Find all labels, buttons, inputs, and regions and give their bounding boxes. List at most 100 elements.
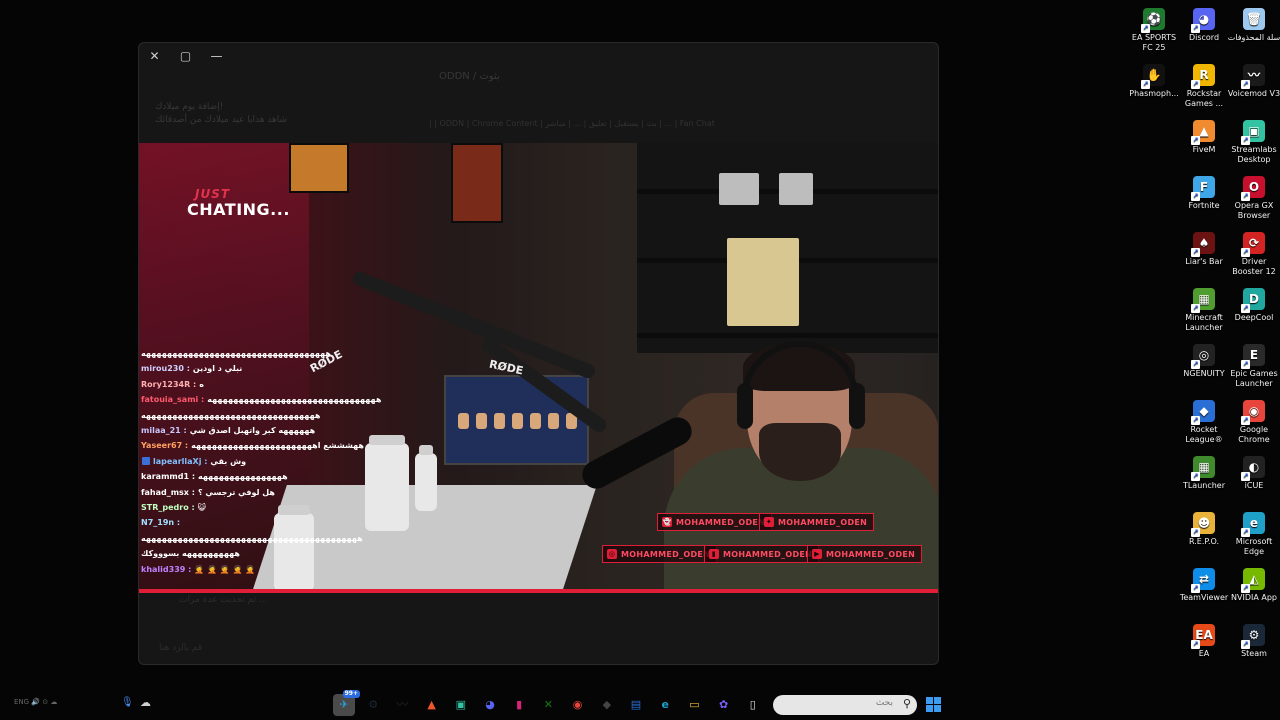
ea-fc-icon: ⚽ (1141, 8, 1165, 33)
desktop-icon-label: Microsoft Edge (1235, 537, 1273, 556)
voicemod-taskbar-icon[interactable]: 〰 (391, 694, 413, 716)
desktop-icon[interactable]: ▣Streamlabs Desktop (1226, 120, 1280, 165)
start-button[interactable] (926, 697, 941, 712)
desktop-icon[interactable]: 🗑 سلة المحذوفات (1226, 8, 1280, 43)
desktop-icon[interactable]: ♠Liar's Bar (1176, 232, 1232, 267)
chat-username: Rory1234R : (141, 379, 197, 389)
chat-message: N7_19n : (141, 515, 461, 530)
desktop-icon-label: R.E.P.O. (1188, 537, 1220, 546)
desktop-icon-label: Voicemod V3 (1227, 89, 1280, 98)
desktop-icon[interactable]: ▦Minecraft Launcher (1176, 288, 1232, 333)
app-window: ✕ ▢ — ODDN / بثوث إضافة يوم ميلادك! شاهد… (138, 42, 939, 665)
chat-message: milaa_21 : ههههههه كبر واتهبل اصدق شي (141, 423, 461, 438)
ghost-window-title: ODDN / بثوث (439, 71, 500, 82)
shelf-board (637, 333, 938, 338)
desktop-icon[interactable]: ⇄TeamViewer (1176, 568, 1232, 603)
desktop-icon-label: Minecraft Launcher (1185, 313, 1223, 332)
copilot-icon[interactable]: ✿ (713, 694, 735, 716)
store-icon[interactable]: ▤ (625, 694, 647, 716)
desktop-icon-label: TLauncher (1182, 481, 1226, 490)
desktop-icon-label: Epic Games Launcher (1230, 369, 1278, 388)
liars-bar-icon: ♠ (1191, 232, 1215, 257)
window-controls: ✕ ▢ — (139, 45, 232, 67)
search-box[interactable]: بحث ⚲ (773, 695, 917, 715)
xbox-icon[interactable]: ✕ (537, 694, 559, 716)
desktop-icon[interactable]: eMicrosoft Edge (1226, 512, 1280, 557)
chat-message: karammd1 : ههههههههههههههههه (141, 469, 461, 484)
brave-icon[interactable]: ▲ (421, 694, 443, 716)
social-badge: ✦ MOHAMMED_ODEN (759, 513, 875, 531)
ghost-notice-title: إضافة يوم ميلادك! (155, 102, 224, 112)
taskbar: ENG 🔊 ⊙ ☁ 🎙 ☁ ✈ 99+ ⚙ 〰 ▲ ▣ ◕ ▮ ✕ ◉ ◆ ▤ e ▭ ✿ ▯ (0, 688, 1280, 720)
chat-text: وش بقي (210, 456, 247, 466)
maximize-button[interactable]: ▢ (170, 45, 201, 67)
icue-icon: ◐ (1241, 456, 1265, 481)
chat-message: ههههههههههه بسوووكك (141, 546, 461, 561)
desktop-icon[interactable]: EEpic Games Launcher (1226, 344, 1280, 389)
desktop-icon[interactable]: ◭NVIDIA App (1226, 568, 1280, 603)
steam-taskbar-icon[interactable]: ⚙ (362, 694, 384, 716)
desktop-icon[interactable]: ◐iCUE (1226, 456, 1280, 491)
discord-taskbar-icon[interactable]: ◕ (479, 694, 501, 716)
edge-taskbar-icon[interactable]: e (654, 694, 676, 716)
app-pink-icon[interactable]: ▮ (508, 694, 530, 716)
chat-text: هل لوفي ترجسي ؟ (197, 487, 275, 497)
desktop-icon[interactable]: ▦TLauncher (1176, 456, 1232, 491)
social-handle: MOHAMMED_ODEN (621, 549, 711, 559)
desktop-icon[interactable]: FFortnite (1176, 176, 1232, 211)
desktop-icon[interactable]: ◎NGENUITY (1176, 344, 1232, 379)
chat-badge-icon (142, 456, 150, 465)
desktop-icon[interactable]: ◆Rocket League® (1176, 400, 1232, 445)
streamlabs-icon: ▣ (1241, 120, 1265, 145)
close-button[interactable]: ✕ (139, 45, 170, 67)
chrome-taskbar-icon[interactable]: ◉ (567, 694, 589, 716)
taskbar-app-glyph: ◕ (485, 698, 495, 711)
overlay-subtitle: JUST (195, 187, 231, 201)
snapchat-icon: 👻 (662, 517, 672, 527)
file-explorer-icon[interactable]: ▭ (683, 694, 705, 716)
desktop-icon[interactable]: ⟳Driver Booster 12 (1226, 232, 1280, 277)
poster (289, 143, 349, 193)
app-cube-icon[interactable]: ◆ (596, 694, 618, 716)
desktop-icon[interactable]: 〰Voicemod V3 (1226, 64, 1280, 99)
windows-logo-icon (926, 697, 933, 704)
social-badge: ◎ MOHAMMED_ODEN (602, 545, 718, 563)
system-tray[interactable]: ENG 🔊 ⊙ ☁ (14, 698, 57, 706)
weather-icon[interactable]: ☁ (140, 696, 151, 709)
taskbar-app-glyph: ▯ (749, 698, 756, 711)
chat-text: 😺 (197, 503, 207, 513)
desktop-icon[interactable]: ◕Discord (1176, 8, 1232, 43)
minimize-button[interactable]: — (201, 45, 232, 67)
desktop-icon[interactable]: ◉Google Chrome (1226, 400, 1280, 445)
silver-play-button-award (779, 173, 813, 205)
desktop-icon[interactable]: EAEA (1176, 624, 1232, 659)
chat-username: khalid339 : (141, 564, 192, 574)
fivem-icon: ▲ (1191, 120, 1215, 145)
rockstar-icon: R (1191, 64, 1215, 89)
desktop-icon[interactable]: ☻R.E.P.O. (1176, 512, 1232, 547)
notepad-icon[interactable]: ▯ (742, 694, 764, 716)
desktop-icon[interactable]: ▲FiveM (1176, 120, 1232, 155)
desktop-icon[interactable]: OOpera GX Browser (1226, 176, 1280, 221)
desktop-icon[interactable]: ⚙Steam (1226, 624, 1280, 659)
desktop-icon[interactable]: DDeepCool (1226, 288, 1280, 323)
telegram-icon[interactable]: ✈ 99+ (333, 690, 360, 716)
ghost-reply-field: قم بالرد هنا (159, 643, 203, 653)
social-handle: MOHAMMED_ODEN (676, 517, 766, 527)
ghost-footer-text: تم تحديث عدة مرات ... (179, 595, 268, 605)
taskbar-app-glyph: 〰 (396, 698, 408, 711)
notification-badge: 99+ (342, 690, 360, 698)
desktop-icon[interactable]: RRockstar Games ... (1176, 64, 1232, 109)
chat-message: Yaseer67 : ههشششع اهههههههههههههههههههههه… (141, 438, 461, 453)
streamlabs-taskbar-icon[interactable]: ▣ (450, 694, 472, 716)
taskbar-app-glyph: ▮ (516, 698, 523, 711)
desktop-icon-label: Google Chrome (1238, 425, 1270, 444)
desktop-icon[interactable]: ⚽EA SPORTS FC 25 (1126, 8, 1182, 53)
driver-booster-icon: ⟳ (1241, 232, 1265, 257)
desktop-icon[interactable]: ✋Phasmoph... (1126, 64, 1182, 99)
chat-username: Yaseer67 : (141, 441, 189, 451)
microphone-icon[interactable]: 🎙 (121, 697, 134, 708)
desktop-icon-label: Rockstar Games ... (1184, 89, 1224, 108)
chat-text: ههههههههههه بسوووكك (141, 549, 240, 559)
chat-text: هههههههههههههههههههههههههههههههههههههههه… (141, 533, 363, 543)
